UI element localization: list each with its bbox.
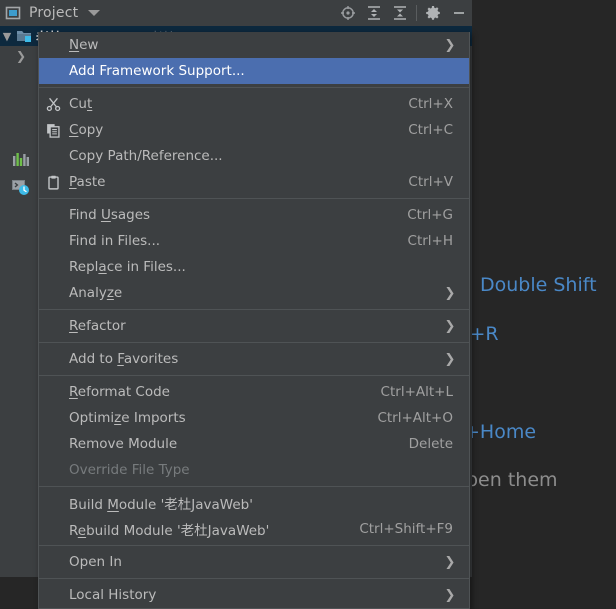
menu-item-label: Rebuild Module '老杜JavaWeb' (67, 519, 269, 539)
menu-item-shortcut: Ctrl+G (407, 207, 459, 223)
ide-root: Double Shift t+R +Home pen them ▼ 老杜Java… (0, 0, 616, 577)
menu-item-label: Local History (67, 587, 156, 603)
menu-item-label: Analyze (67, 285, 122, 301)
menu-item-label: Find Usages (67, 207, 150, 223)
welcome-hint-3: pen them (466, 469, 558, 491)
menu-item-label: Optimize Imports (67, 410, 186, 426)
tool-window-title: Project (29, 5, 78, 21)
menu-item-label: Paste (67, 174, 105, 190)
toolbar-divider (416, 5, 417, 21)
chevron-right-icon[interactable]: ❯ (16, 49, 26, 63)
clipboard-icon (39, 175, 67, 190)
context-menu[interactable]: New ❯ Add Framework Support... Cut Ctrl+X Cop… (38, 32, 470, 609)
menu-item-label: Remove Module (67, 436, 177, 452)
menu-item-shortcut: Ctrl+Alt+L (381, 384, 459, 400)
project-view-icon (5, 5, 21, 21)
locate-in-tree-icon[interactable] (335, 0, 361, 26)
menu-item-override-file-type: Override File Type (39, 457, 469, 483)
menu-item-label: Build Module '老杜JavaWeb' (67, 493, 253, 513)
module-folder-icon (16, 28, 34, 44)
menu-item-shortcut: Ctrl+Alt+O (377, 410, 459, 426)
menu-item-local-history[interactable]: Local History ❯ (39, 582, 469, 608)
terminal-clock-icon[interactable] (12, 178, 30, 196)
menu-separator (39, 486, 469, 487)
menu-item-label: Add to Favorites (67, 351, 178, 367)
expand-all-icon[interactable] (361, 0, 387, 26)
menu-item-shortcut: Ctrl+X (408, 96, 459, 112)
chevron-right-icon: ❯ (443, 352, 459, 367)
menu-item-copy-path-reference[interactable]: Copy Path/Reference... (39, 143, 469, 169)
minimize-icon[interactable] (446, 0, 472, 26)
menu-item-shortcut: Ctrl+V (408, 174, 459, 190)
menu-item-cut[interactable]: Cut Ctrl+X (39, 91, 469, 117)
menu-separator (39, 342, 469, 343)
welcome-hint-2: +Home (464, 421, 536, 443)
menu-item-find-usages[interactable]: Find Usages Ctrl+G (39, 202, 469, 228)
menu-separator (39, 578, 469, 579)
menu-item-label: Override File Type (67, 462, 190, 478)
menu-item-analyze[interactable]: Analyze ❯ (39, 280, 469, 306)
menu-item-refactor[interactable]: Refactor ❯ (39, 313, 469, 339)
editor-welcome-area: Double Shift t+R +Home pen them (472, 26, 616, 577)
menu-separator (39, 198, 469, 199)
structure-bars-icon[interactable] (12, 152, 30, 170)
chevron-right-icon: ❯ (443, 286, 459, 301)
menu-separator (39, 545, 469, 546)
menu-item-label: New (67, 37, 98, 53)
menu-item-shortcut: Ctrl+Shift+F9 (359, 521, 459, 537)
menu-item-label: Add Framework Support... (67, 63, 245, 79)
menu-item-label: Replace in Files... (67, 259, 186, 275)
menu-item-label: Copy Path/Reference... (67, 148, 223, 164)
menu-item-rebuild-module-javaweb[interactable]: Rebuild Module '老杜JavaWeb' Ctrl+Shift+F9 (39, 516, 469, 542)
menu-item-add-to-favorites[interactable]: Add to Favorites ❯ (39, 346, 469, 372)
menu-item-find-in-files[interactable]: Find in Files... Ctrl+H (39, 228, 469, 254)
chevron-right-icon: ❯ (443, 319, 459, 334)
menu-item-shortcut: Ctrl+H (408, 233, 459, 249)
menu-item-label: Open In (67, 554, 122, 570)
chevron-right-icon: ❯ (443, 588, 459, 603)
chevron-right-icon: ❯ (443, 555, 459, 570)
chevron-right-icon: ❯ (443, 38, 459, 53)
tool-window-header: Project (0, 0, 472, 26)
menu-item-copy[interactable]: Copy Ctrl+C (39, 117, 469, 143)
tool-window-toolbar (335, 0, 472, 26)
menu-item-label: Copy (67, 122, 103, 138)
menu-item-reformat-code[interactable]: Reformat Code Ctrl+Alt+L (39, 379, 469, 405)
chevron-down-icon[interactable]: ▼ (0, 30, 14, 43)
welcome-hint-0: Double Shift (480, 274, 597, 296)
menu-item-paste[interactable]: Paste Ctrl+V (39, 169, 469, 195)
menu-item-shortcut: Ctrl+C (408, 122, 459, 138)
menu-separator (39, 309, 469, 310)
menu-item-shortcut: Delete (409, 436, 459, 452)
menu-item-open-in[interactable]: Open In ❯ (39, 549, 469, 575)
menu-item-build-module-javaweb[interactable]: Build Module '老杜JavaWeb' (39, 490, 469, 516)
menu-item-label: Reformat Code (67, 384, 170, 400)
chevron-down-icon[interactable] (88, 10, 100, 16)
menu-separator (39, 375, 469, 376)
menu-item-label: Find in Files... (67, 233, 160, 249)
menu-item-new[interactable]: New ❯ (39, 32, 469, 58)
menu-item-label: Refactor (67, 318, 126, 334)
copy-icon (39, 123, 67, 138)
menu-item-optimize-imports[interactable]: Optimize Imports Ctrl+Alt+O (39, 405, 469, 431)
menu-separator (39, 87, 469, 88)
menu-item-remove-module[interactable]: Remove Module Delete (39, 431, 469, 457)
menu-item-add-framework-support[interactable]: Add Framework Support... (39, 58, 469, 84)
gear-icon[interactable] (420, 0, 446, 26)
scissors-icon (39, 97, 67, 112)
menu-item-replace-in-files[interactable]: Replace in Files... (39, 254, 469, 280)
menu-item-label: Cut (67, 96, 92, 112)
collapse-all-icon[interactable] (387, 0, 413, 26)
